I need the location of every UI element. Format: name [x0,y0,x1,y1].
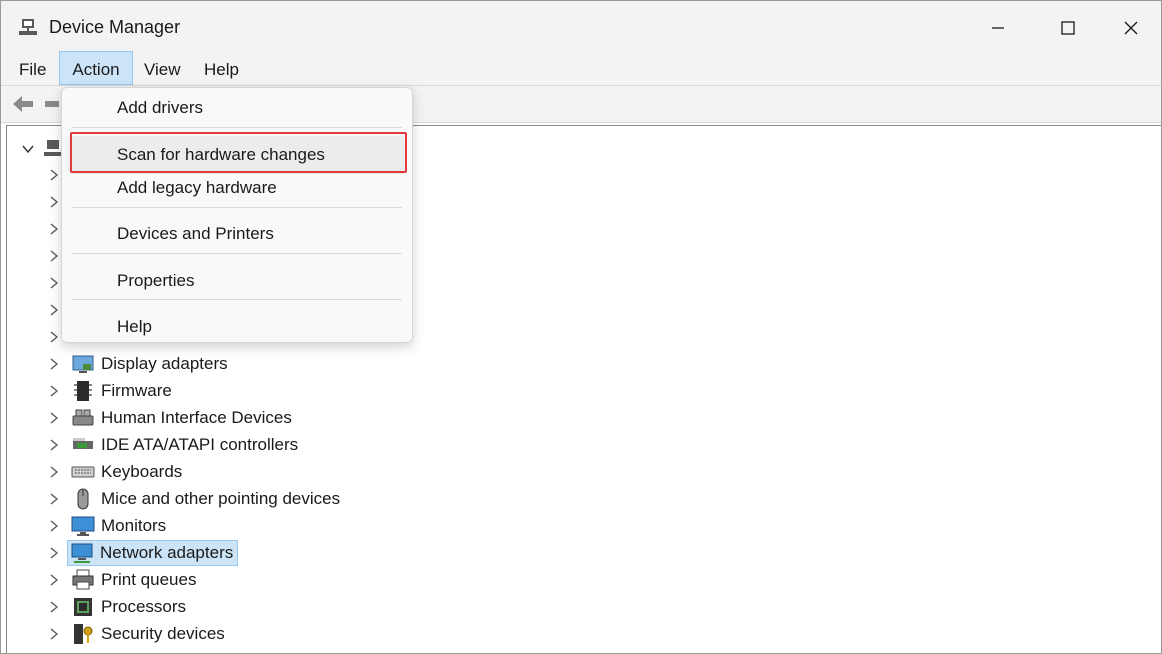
maximize-button[interactable] [1033,1,1103,55]
menu-item-help[interactable]: Help [62,311,412,343]
menu-separator [72,127,402,128]
chevron-right-icon[interactable] [47,249,61,263]
tree-item-label: Network adapters [100,543,234,562]
chevron-right-icon[interactable] [47,276,61,290]
chevron-right-icon[interactable] [47,465,61,479]
security-device-icon [74,624,93,644]
tree-item-label: IDE ATA/ATAPI controllers [101,435,299,454]
printer-icon [72,569,94,590]
network-adapter-icon [71,543,93,563]
tree-item-label: Monitors [101,516,167,535]
window-title: Device Manager [49,17,181,37]
tree-item-label: Keyboards [101,462,183,481]
action-dropdown-menu: Add drivers Scan for hardware changes Ad… [61,87,413,343]
chevron-down-icon[interactable] [21,142,35,156]
keyboard-icon [71,466,95,478]
tree-item-print-queues[interactable]: Print queues [47,567,196,593]
menu-item-add-drivers[interactable]: Add drivers [62,92,412,124]
tree-item-label: Print queues [101,570,197,589]
tree-item-label: Human Interface Devices [101,408,292,427]
tree-item-mice[interactable]: Mice and other pointing devices [47,486,340,512]
hid-icon [72,409,94,426]
tree-item-processors[interactable]: Processors [47,594,186,620]
firmware-icon [74,381,92,401]
close-icon [1124,21,1138,35]
processor-icon [74,598,92,616]
chevron-right-icon[interactable] [47,627,61,641]
minimize-icon [992,27,1004,29]
chevron-right-icon[interactable] [47,195,61,209]
menu-separator [72,207,402,208]
chevron-right-icon[interactable] [47,600,61,614]
tree-item-label: Mice and other pointing devices [101,489,341,508]
menu-bar: File Action View Help [1,51,1161,85]
menu-separator [72,299,402,300]
menu-help[interactable]: Help [204,55,239,85]
chevron-right-icon[interactable] [47,519,61,533]
menu-separator [72,253,402,254]
menu-action[interactable]: Action [59,51,133,85]
tree-item-display-adapters[interactable]: Display adapters [47,351,228,377]
ide-controller-icon [73,438,93,449]
device-manager-icon [19,19,37,35]
tree-item-security-devices[interactable]: Security devices [47,621,225,647]
tree-item-label: Display adapters [101,354,228,373]
chevron-right-icon[interactable] [47,222,61,236]
device-manager-window: Device Manager File Action View Help Dis… [0,0,1162,654]
menu-file[interactable]: File [19,55,46,85]
monitor-icon [71,516,95,536]
chevron-right-icon[interactable] [47,303,61,317]
chevron-right-icon[interactable] [47,573,61,587]
chevron-right-icon[interactable] [47,357,61,371]
tree-item-human-interface-devices[interactable]: Human Interface Devices [47,405,292,431]
title-bar: Device Manager [1,1,1161,55]
chevron-right-icon[interactable] [47,168,61,182]
maximize-icon [1061,21,1075,35]
tree-item-label: Firmware [101,381,172,400]
computer-icon [44,140,62,156]
close-button[interactable] [1101,1,1161,55]
chevron-right-icon[interactable] [47,438,61,452]
menu-item-add-legacy-hardware[interactable]: Add legacy hardware [62,172,412,204]
tree-item-ide-ata-atapi-controllers[interactable]: IDE ATA/ATAPI controllers [47,432,298,458]
tree-item-label: Processors [101,597,187,616]
tree-item-keyboards[interactable]: Keyboards [47,459,182,485]
tree-item-label: Security devices [101,624,225,643]
menu-item-properties[interactable]: Properties [62,265,412,297]
chevron-right-icon[interactable] [47,492,61,506]
tree-item-firmware[interactable]: Firmware [47,378,172,404]
chevron-right-icon[interactable] [47,330,61,344]
tree-item-network-adapters[interactable]: Network adapters [47,540,239,566]
mouse-icon [77,488,89,510]
display-adapter-icon [72,355,94,373]
chevron-right-icon[interactable] [47,411,61,425]
menu-item-devices-and-printers[interactable]: Devices and Printers [62,218,412,250]
tree-item-monitors[interactable]: Monitors [47,513,166,539]
back-arrow-icon[interactable] [11,94,35,114]
highlight-box [70,132,407,173]
menu-view[interactable]: View [144,55,181,85]
chevron-right-icon[interactable] [47,384,61,398]
minimize-button[interactable] [963,1,1033,55]
chevron-right-icon[interactable] [47,546,61,560]
